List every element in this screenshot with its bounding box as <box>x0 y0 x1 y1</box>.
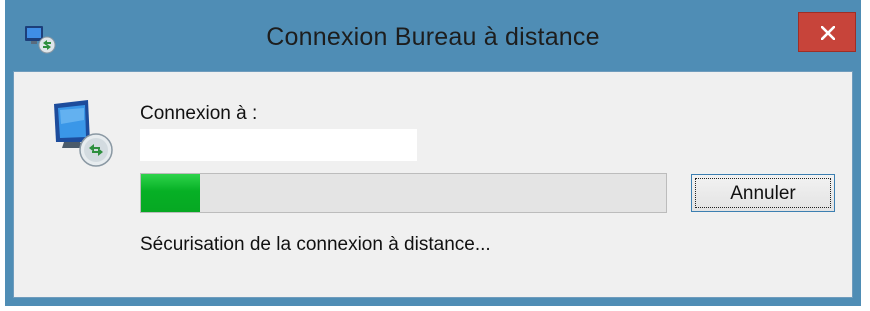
status-text: Sécurisation de la connexion à distance.… <box>140 234 491 255</box>
cancel-button-label: Annuler <box>730 183 796 204</box>
title-bar[interactable]: Connexion Bureau à distance <box>5 0 861 78</box>
close-button[interactable] <box>798 12 856 52</box>
remote-desktop-monitor-icon <box>50 98 138 172</box>
progress-fill <box>141 174 201 212</box>
server-name-field <box>140 129 417 161</box>
cancel-button[interactable]: Annuler <box>691 174 835 212</box>
connection-progress-bar <box>140 173 667 213</box>
connect-to-label: Connexion à : <box>140 103 258 124</box>
dialog-window: Connexion Bureau à distance Connexion à … <box>5 0 861 306</box>
dialog-body: Connexion à : Annuler Sécurisation de la… <box>13 71 853 298</box>
close-icon <box>821 26 835 40</box>
window-title: Connexion Bureau à distance <box>266 23 600 51</box>
